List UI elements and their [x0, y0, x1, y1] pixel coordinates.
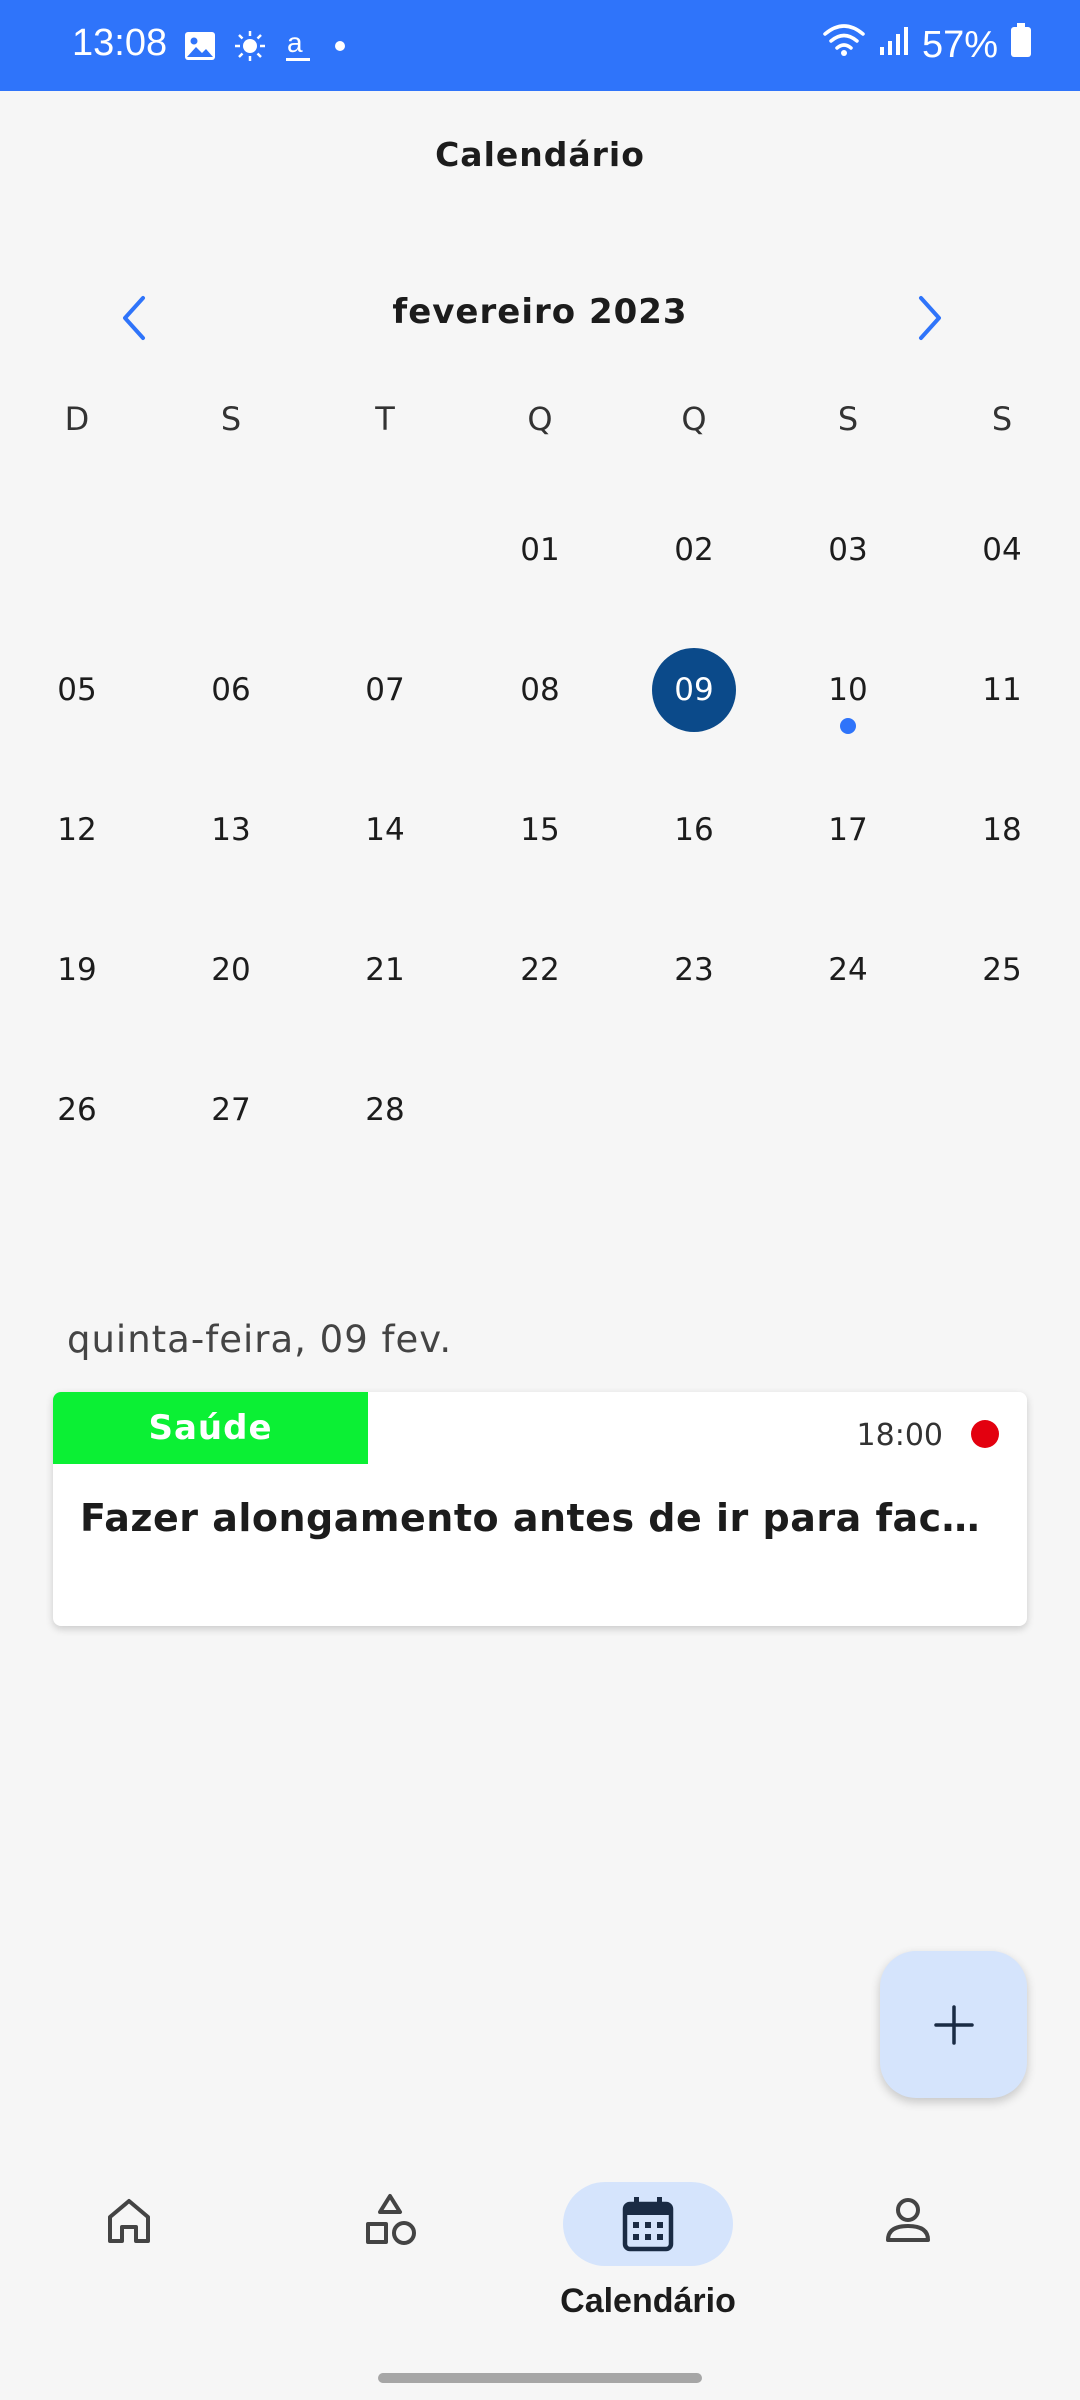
- calendar-day[interactable]: 06: [154, 620, 308, 760]
- nav-item-categories[interactable]: [290, 2160, 490, 2340]
- dot-icon: [330, 36, 350, 60]
- calendar-day[interactable]: 19: [0, 900, 154, 1040]
- nav-label-calendar: Calendário: [560, 2282, 736, 2320]
- calendar-day[interactable]: 10: [771, 620, 925, 760]
- weekday-label: D: [64, 400, 90, 438]
- nav-item-profile[interactable]: [808, 2160, 1008, 2340]
- weekday-label: Q: [681, 400, 707, 438]
- selected-date-label: quinta-feira, 09 fev.: [67, 1318, 453, 1361]
- calendar-day[interactable]: 24: [771, 900, 925, 1040]
- svg-text:a: a: [287, 28, 303, 58]
- nav-item-calendar[interactable]: Calendário: [548, 2160, 748, 2340]
- calendar-day[interactable]: 07: [308, 620, 462, 760]
- weekday-label: S: [837, 400, 859, 438]
- calendar-day-number: 03: [828, 532, 868, 568]
- home-indicator[interactable]: [378, 2373, 702, 2383]
- calendar-day[interactable]: 02: [617, 480, 771, 620]
- amazon-a-icon: a: [284, 27, 312, 68]
- battery-icon: [1010, 22, 1032, 68]
- month-navigation: fevereiro 2023: [0, 280, 1080, 350]
- calendar-day-number: 26: [57, 1092, 97, 1128]
- calendar-day-number: 19: [57, 952, 97, 988]
- calendar-day[interactable]: 22: [463, 900, 617, 1040]
- task-time: 18:00: [856, 1418, 943, 1453]
- calendar-icon: [622, 2197, 674, 2252]
- calendar-day-selected[interactable]: 09: [617, 620, 771, 760]
- calendar-day-number: 15: [520, 812, 560, 848]
- signal-icon: [878, 24, 910, 67]
- calendar-day[interactable]: 13: [154, 760, 308, 900]
- calendar-day[interactable]: 27: [154, 1040, 308, 1180]
- image-icon: [184, 31, 216, 65]
- task-card[interactable]: Saúde 18:00 Fazer alongamento antes de i…: [53, 1392, 1027, 1626]
- brightness-icon: [234, 30, 266, 66]
- calendar-day[interactable]: 23: [617, 900, 771, 1040]
- calendar-day-number: 12: [57, 812, 97, 848]
- calendar-day[interactable]: 03: [771, 480, 925, 620]
- calendar-day-number: 25: [982, 952, 1022, 988]
- calendar-day[interactable]: 16: [617, 760, 771, 900]
- calendar-day[interactable]: 14: [308, 760, 462, 900]
- chevron-right-icon: [919, 296, 941, 340]
- battery-percent: 57%: [921, 23, 998, 66]
- calendar-day[interactable]: 12: [0, 760, 154, 900]
- calendar-day[interactable]: 11: [925, 620, 1079, 760]
- page-title: Calendário: [435, 135, 645, 174]
- calendar-day-number: 07: [365, 672, 405, 708]
- calendar-day-number: 20: [211, 952, 251, 988]
- calendar-day-number: 17: [828, 812, 868, 848]
- calendar-day-number: 06: [211, 672, 251, 708]
- calendar-day-number: 13: [211, 812, 251, 848]
- calendar-day-number: 11: [982, 672, 1022, 708]
- calendar-day-number: 02: [674, 532, 714, 568]
- calendar-day[interactable]: 25: [925, 900, 1079, 1040]
- calendar-day[interactable]: 01: [463, 480, 617, 620]
- plus-icon: [933, 2004, 974, 2045]
- calendar-day-number: 22: [520, 952, 560, 988]
- calendar-day-number: 24: [828, 952, 868, 988]
- calendar-day[interactable]: 15: [463, 760, 617, 900]
- calendar-day[interactable]: 05: [0, 620, 154, 760]
- wifi-icon: [822, 22, 866, 68]
- calendar-day-number: 09: [674, 672, 714, 708]
- status-time: 13:08: [72, 22, 168, 64]
- calendar-day-number: 10: [828, 672, 868, 708]
- nav-item-home[interactable]: [29, 2160, 229, 2340]
- calendar-day[interactable]: 21: [308, 900, 462, 1040]
- calendar-day-number: 08: [520, 672, 560, 708]
- priority-indicator: [971, 1420, 999, 1448]
- task-title: Fazer alongamento antes de ir para facul…: [80, 1496, 1005, 1540]
- calendar-day-number: 16: [674, 812, 714, 848]
- calendar-day-number: 01: [520, 532, 560, 568]
- next-month-button[interactable]: [900, 288, 960, 348]
- calendar-day-number: 28: [365, 1092, 405, 1128]
- calendar-day[interactable]: 26: [0, 1040, 154, 1180]
- calendar-day[interactable]: 04: [925, 480, 1079, 620]
- bottom-navigation: Calendário: [0, 2160, 1080, 2360]
- calendar-day[interactable]: 28: [308, 1040, 462, 1180]
- event-indicator-dot: [840, 718, 856, 734]
- calendar-day-number: 21: [365, 952, 405, 988]
- calendar-day[interactable]: 08: [463, 620, 617, 760]
- calendar-day-number: 23: [674, 952, 714, 988]
- profile-icon: [886, 2198, 930, 2242]
- status-bar: 13:08 a 57%: [0, 0, 1080, 91]
- calendar-day-number: 18: [982, 812, 1022, 848]
- calendar-day-number: 27: [211, 1092, 251, 1128]
- weekday-label: Q: [527, 400, 553, 438]
- weekday-header: D S T Q Q S S: [0, 400, 1080, 460]
- calendar-day-number: 05: [57, 672, 97, 708]
- weekday-label: T: [375, 400, 395, 438]
- categories-icon: [366, 2194, 416, 2245]
- weekday-label: S: [220, 400, 242, 438]
- calendar-day[interactable]: 17: [771, 760, 925, 900]
- calendar-day-number: 04: [982, 532, 1022, 568]
- calendar-day[interactable]: 18: [925, 760, 1079, 900]
- calendar-day[interactable]: 20: [154, 900, 308, 1040]
- weekday-label: S: [991, 400, 1013, 438]
- add-task-button[interactable]: [880, 1951, 1027, 2098]
- category-tag: Saúde: [53, 1392, 368, 1464]
- calendar-day-number: 14: [365, 812, 405, 848]
- home-icon: [108, 2199, 150, 2243]
